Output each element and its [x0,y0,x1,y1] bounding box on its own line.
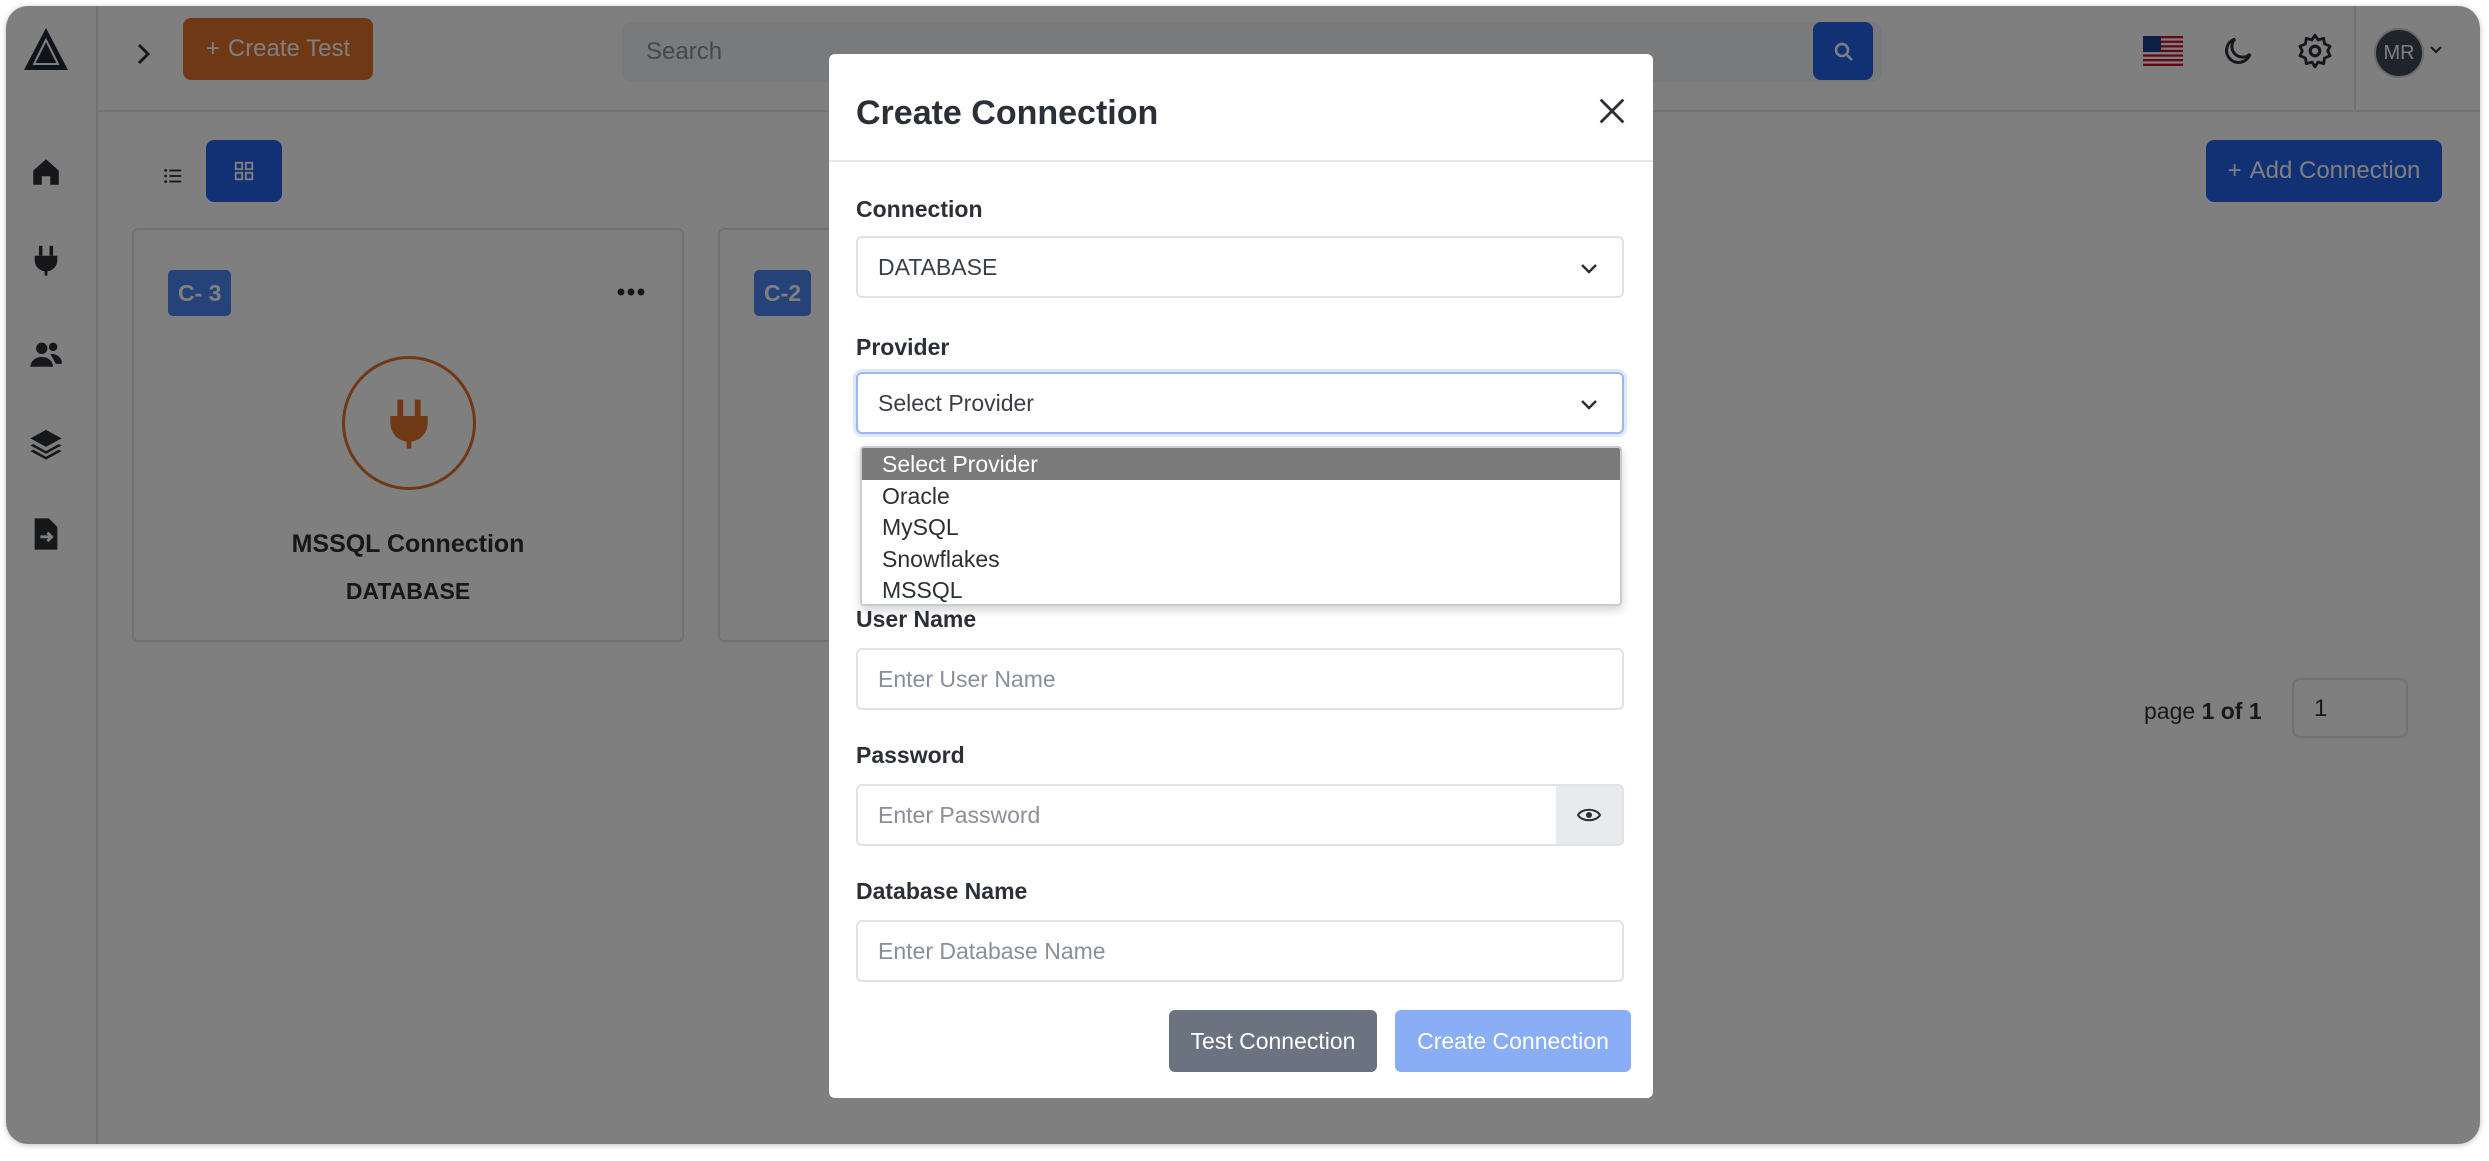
provider-option[interactable]: MySQL [862,511,1620,543]
provider-select[interactable]: Select Provider [856,372,1624,434]
provider-option[interactable]: Oracle [862,480,1620,512]
provider-label: Provider [856,334,950,360]
app-window: + Create Test Search MR [6,6,2480,1144]
password-label: Password [856,742,965,768]
password-input[interactable]: Enter Password [856,784,1558,846]
create-connection-button[interactable]: Create Connection [1395,1010,1631,1072]
provider-option[interactable]: Snowflakes [862,543,1620,575]
connection-select[interactable]: DATABASE [856,236,1624,298]
provider-select-value: Select Provider [878,390,1034,416]
database-name-label: Database Name [856,878,1028,904]
connection-select-value: DATABASE [878,254,998,280]
database-name-input[interactable]: Enter Database Name [856,920,1624,982]
modal-divider [829,160,1653,162]
chevron-down-icon [1581,264,1597,274]
provider-dropdown-list: Select Provider Oracle MySQL Snowflakes … [860,446,1622,606]
create-connection-modal: Create Connection Connection DATABASE Pr… [829,54,1653,1098]
provider-option[interactable]: Select Provider [862,448,1620,480]
provider-option[interactable]: MSSQL [862,574,1620,604]
username-label: User Name [856,606,977,632]
username-input[interactable]: Enter User Name [856,648,1624,710]
close-icon[interactable] [1595,94,1629,128]
show-password-eye-icon[interactable] [1556,784,1624,846]
database-name-placeholder: Enter Database Name [878,938,1106,964]
connection-label: Connection [856,196,983,222]
modal-title: Create Connection [856,94,1159,132]
password-placeholder: Enter Password [878,802,1041,828]
chevron-down-icon [1581,400,1597,410]
username-placeholder: Enter User Name [878,666,1056,692]
test-connection-button[interactable]: Test Connection [1169,1010,1377,1072]
